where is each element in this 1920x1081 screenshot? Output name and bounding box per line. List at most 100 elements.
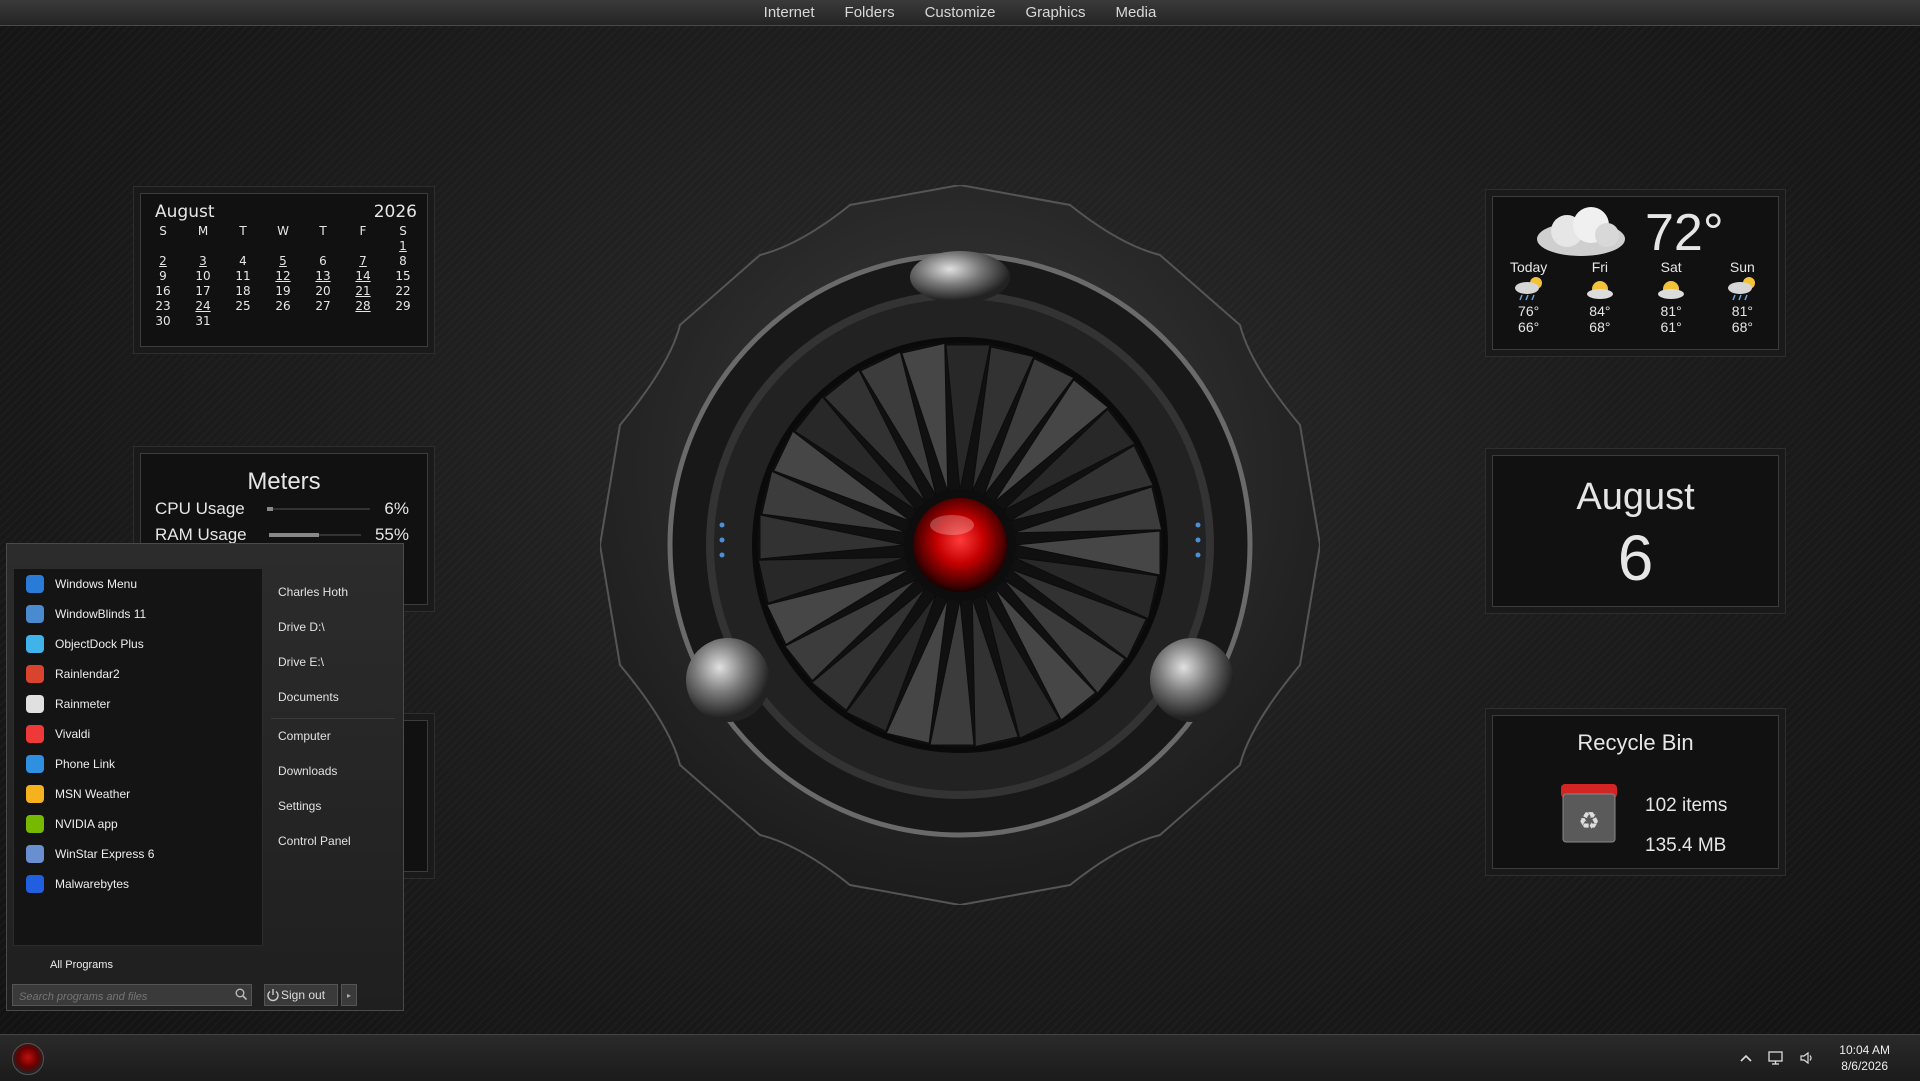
calendar-day[interactable]: 21 xyxy=(343,284,383,299)
calendar-day[interactable]: 19 xyxy=(263,284,303,299)
search-icon[interactable] xyxy=(235,988,247,1000)
program-label: Rainmeter xyxy=(55,697,111,711)
place-item[interactable]: Downloads xyxy=(271,760,391,795)
calendar-day[interactable]: 15 xyxy=(383,269,423,284)
calendar-day[interactable]: 3 xyxy=(183,254,223,269)
place-item[interactable]: Charles Hoth xyxy=(271,581,391,616)
calendar-day[interactable]: 9 xyxy=(143,269,183,284)
volume-icon[interactable] xyxy=(1799,1050,1815,1066)
program-item[interactable]: Phone Link xyxy=(14,749,262,779)
calendar-day[interactable]: 12 xyxy=(263,269,303,284)
calendar-day[interactable]: 24 xyxy=(183,299,223,314)
network-icon[interactable] xyxy=(1767,1050,1785,1066)
all-programs-link[interactable]: All Programs xyxy=(50,959,113,971)
program-item[interactable]: Rainmeter xyxy=(14,689,262,719)
windows-menu-icon xyxy=(24,573,46,595)
weekday-header: M xyxy=(197,224,209,238)
sign-out-button[interactable]: Sign out xyxy=(264,984,338,1006)
calendar-grid: S M T W T F S 1 2 3 4 5 6 7 8 9 10 11 12 13 14 15 16 17 18 19 20 21… xyxy=(141,222,427,329)
program-list: Windows Menu WindowBlinds 11 ObjectDock Pl… xyxy=(13,568,263,946)
program-item[interactable]: NVIDIA app xyxy=(14,809,262,839)
calendar-day[interactable]: 10 xyxy=(183,269,223,284)
weather-widget: 72° Today 76° 66° Fri 84° 68° Sat 81° 61° Sun 81° 6… xyxy=(1492,196,1779,350)
calendar-day[interactable]: 17 xyxy=(183,284,223,299)
program-item[interactable]: Vivaldi xyxy=(14,719,262,749)
calendar-day[interactable]: 6 xyxy=(303,254,343,269)
date-month: August xyxy=(1576,476,1695,518)
calendar-day[interactable]: 16 xyxy=(143,284,183,299)
calendar-day[interactable]: 22 xyxy=(383,284,423,299)
place-item[interactable]: Drive D:\ xyxy=(271,616,391,651)
calendar-empty-cell xyxy=(343,314,383,329)
calendar-day[interactable]: 18 xyxy=(223,284,263,299)
meter-row-cpu: CPU Usage 6% xyxy=(141,496,427,522)
date-day: 6 xyxy=(1617,522,1654,594)
menu-customize[interactable]: Customize xyxy=(925,4,996,21)
calendar-day[interactable]: 20 xyxy=(303,284,343,299)
calendar-day[interactable]: 8 xyxy=(383,254,423,269)
program-item[interactable]: Malwarebytes xyxy=(14,869,262,899)
calendar-day[interactable]: 26 xyxy=(263,299,303,314)
meters-title: Meters xyxy=(247,468,321,495)
calendar-day[interactable]: 13 xyxy=(303,269,343,284)
partly-sunny-icon xyxy=(1570,275,1630,303)
program-item[interactable]: WinStar Express 6 xyxy=(14,839,262,869)
calendar-day[interactable]: 25 xyxy=(223,299,263,314)
calendar-day[interactable]: 30 xyxy=(143,314,183,329)
calendar-widget: August 2026 S M T W T F S 1 2 3 4 5 6 7 8 9 10 11 12 13 14 15… xyxy=(140,193,428,347)
program-item[interactable]: WindowBlinds 11 xyxy=(14,599,262,629)
calendar-day[interactable]: 7 xyxy=(343,254,383,269)
start-orb-button[interactable] xyxy=(12,1043,44,1075)
calendar-day[interactable]: 27 xyxy=(303,299,343,314)
program-item[interactable]: Windows Menu xyxy=(14,569,262,599)
calendar-day[interactable]: 31 xyxy=(183,314,223,329)
program-label: Malwarebytes xyxy=(55,877,130,891)
forecast-high: 76° xyxy=(1518,303,1540,319)
places-list: Charles Hoth Drive D:\ Drive E:\ Documents C… xyxy=(271,581,395,865)
chevron-up-icon[interactable] xyxy=(1739,1051,1753,1065)
menu-folders[interactable]: Folders xyxy=(845,4,895,21)
meter-value: 55% xyxy=(374,525,409,544)
calendar-day[interactable]: 4 xyxy=(223,254,263,269)
calendar-day[interactable]: 2 xyxy=(143,254,183,269)
forecast-day-name: Fri xyxy=(1591,259,1609,275)
calendar-day[interactable]: 29 xyxy=(383,299,423,314)
clock-date: 8/6/2026 xyxy=(1841,1059,1888,1073)
msn-weather-icon xyxy=(24,783,46,805)
place-item[interactable]: Settings xyxy=(271,795,391,830)
recycle-bin-icon[interactable]: ♻ xyxy=(1559,782,1619,844)
menu-internet[interactable]: Internet xyxy=(764,4,815,21)
forecast-high: 84° xyxy=(1589,303,1611,319)
place-item[interactable]: Computer xyxy=(271,725,391,760)
recycle-bin-widget[interactable]: Recycle Bin ♻ 102 items 135.4 MB xyxy=(1492,715,1779,869)
program-label: MSN Weather xyxy=(55,787,131,801)
search-box[interactable] xyxy=(12,984,252,1007)
forecast-day-name: Sun xyxy=(1729,259,1755,275)
place-item[interactable]: Documents xyxy=(271,686,391,721)
search-input[interactable] xyxy=(13,987,230,1007)
program-item[interactable]: MSN Weather xyxy=(14,779,262,809)
nvidia-icon xyxy=(24,813,46,835)
menu-media[interactable]: Media xyxy=(1115,4,1156,21)
partly-sunny-icon xyxy=(1641,275,1701,303)
meter-label: RAM Usage xyxy=(155,525,247,544)
weekday-header: W xyxy=(277,224,289,238)
calendar-day[interactable]: 14 xyxy=(343,269,383,284)
forecast-day: Sun 81° 68° xyxy=(1712,259,1772,335)
calendar-day[interactable]: 5 xyxy=(263,254,303,269)
place-item[interactable]: Control Panel xyxy=(271,830,391,865)
place-item[interactable]: Drive E:\ xyxy=(271,651,391,686)
forecast-row: Today 76° 66° Fri 84° 68° Sat 81° 61° Sun 81° 68° xyxy=(1493,259,1778,335)
program-item[interactable]: ObjectDock Plus xyxy=(14,629,262,659)
calendar-day[interactable]: 28 xyxy=(343,299,383,314)
weekday-header: S xyxy=(159,224,167,238)
program-item[interactable]: Rainlendar2 xyxy=(14,659,262,689)
meter-value: 6% xyxy=(384,499,409,518)
clock[interactable]: 10:04 AM 8/6/2026 xyxy=(1839,1042,1890,1074)
calendar-day[interactable]: 1 xyxy=(383,239,423,254)
shutdown-options-arrow-icon[interactable]: ▸ xyxy=(341,984,357,1006)
calendar-day[interactable]: 23 xyxy=(143,299,183,314)
menu-graphics[interactable]: Graphics xyxy=(1025,4,1085,21)
calendar-day[interactable]: 11 xyxy=(223,269,263,284)
weekday-header: F xyxy=(359,224,367,238)
